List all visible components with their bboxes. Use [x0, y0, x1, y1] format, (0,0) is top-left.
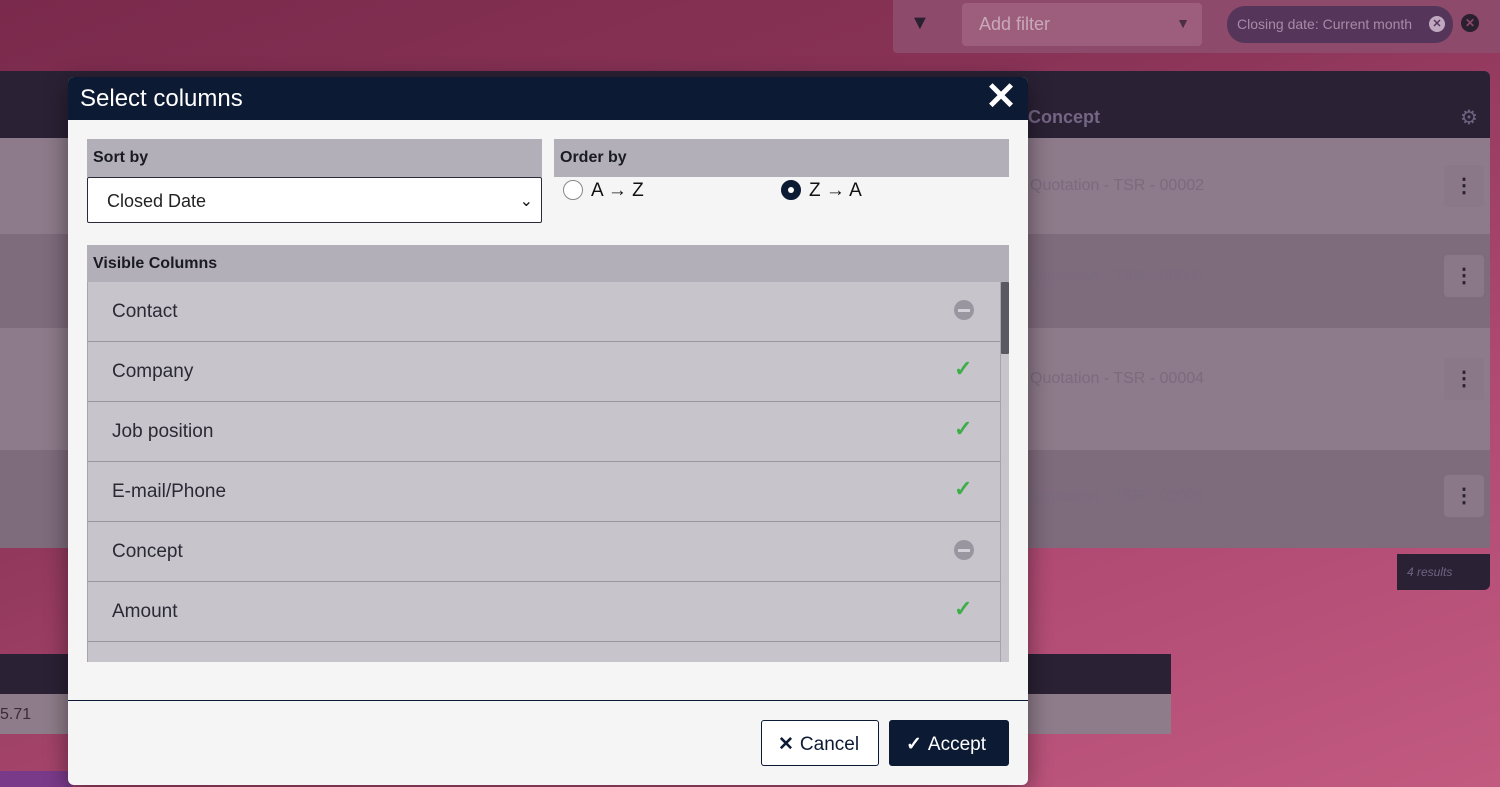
- order-desc-label: Z → A: [809, 180, 862, 201]
- clear-filters-icon[interactable]: ✕: [1461, 14, 1479, 32]
- column-label: Contact: [112, 301, 178, 322]
- close-icon[interactable]: ✕: [984, 78, 1018, 116]
- sort-by-label: Sort by: [87, 139, 542, 177]
- list-item[interactable]: Amount ✓: [87, 582, 1001, 642]
- check-icon[interactable]: ✓: [954, 598, 976, 620]
- results-count: 4 results: [1397, 554, 1490, 590]
- check-icon[interactable]: ✓: [954, 358, 976, 380]
- filter-icon[interactable]: ▼: [910, 12, 932, 34]
- row-concept: Quotation - TSR - 00002: [1030, 177, 1205, 194]
- select-columns-dialog: Select columns ✕ Sort by Closed Date ⌄ O…: [68, 77, 1028, 785]
- bottom-tab[interactable]: [0, 771, 73, 787]
- column-label: Concept: [112, 541, 183, 562]
- cancel-label: Cancel: [799, 734, 860, 755]
- more-vertical-icon[interactable]: ⋮: [1444, 255, 1484, 297]
- remove-filter-icon[interactable]: ✕: [1429, 16, 1445, 32]
- sort-by-value: Closed Date: [107, 191, 207, 211]
- column-label: Company: [112, 361, 194, 382]
- visible-columns-list[interactable]: Contact Company ✓ Job position ✓ E-mail/…: [87, 282, 1009, 662]
- order-asc-radio[interactable]: A → Z: [563, 180, 644, 204]
- check-icon: ✓: [906, 734, 922, 755]
- order-asc-label: A → Z: [591, 180, 644, 201]
- close-icon: ✕: [778, 734, 794, 755]
- add-filter-placeholder: Add filter: [979, 14, 1051, 34]
- list-item[interactable]: Concept: [87, 522, 1001, 582]
- column-header-concept: Concept: [1028, 107, 1100, 127]
- order-by-label: Order by: [554, 139, 1009, 177]
- footer-divider: [68, 700, 1028, 701]
- cancel-button[interactable]: ✕ Cancel: [761, 720, 879, 766]
- accept-button[interactable]: ✓ Accept: [889, 720, 1009, 766]
- list-item[interactable]: E-mail/Phone ✓: [87, 462, 1001, 522]
- dialog-header: Select columns ✕: [68, 77, 1028, 120]
- minus-circle-icon[interactable]: [954, 540, 974, 560]
- more-vertical-icon[interactable]: ⋮: [1444, 475, 1484, 517]
- row-concept: Quotation - TSR - 00005: [1030, 488, 1205, 505]
- results-label: 4 results: [1407, 565, 1453, 579]
- check-icon[interactable]: ✓: [954, 418, 976, 440]
- column-label: Job position: [112, 421, 214, 442]
- chevron-down-icon: ⌄: [519, 193, 533, 210]
- active-filter-chip[interactable]: Closing date: Current month ✕: [1227, 6, 1453, 43]
- more-vertical-icon[interactable]: ⋮: [1444, 165, 1484, 207]
- sort-by-select[interactable]: Closed Date ⌄: [87, 177, 542, 223]
- radio-checked-icon[interactable]: [781, 180, 801, 200]
- add-filter-select[interactable]: Add filter ▼: [962, 3, 1202, 46]
- more-vertical-icon[interactable]: ⋮: [1444, 358, 1484, 400]
- column-label: E-mail/Phone: [112, 481, 227, 502]
- column-label: Amount: [112, 601, 178, 622]
- row-concept: Quotation - TSR - 00004: [1030, 370, 1205, 387]
- accept-label: Accept: [927, 734, 987, 755]
- dialog-title: Select columns: [80, 85, 243, 112]
- order-desc-radio[interactable]: Z → A: [781, 180, 862, 204]
- active-filter-label: Closing date: Current month: [1237, 16, 1413, 32]
- scrollbar[interactable]: [1001, 282, 1009, 354]
- list-item[interactable]: [87, 642, 1001, 662]
- list-item[interactable]: Job position ✓: [87, 402, 1001, 462]
- visible-columns-label: Visible Columns: [87, 245, 1009, 283]
- minus-circle-icon[interactable]: [954, 300, 974, 320]
- list-item[interactable]: Company ✓: [87, 342, 1001, 402]
- gear-icon[interactable]: ⚙: [1460, 105, 1478, 130]
- chevron-down-icon: ▼: [1176, 15, 1190, 31]
- list-item[interactable]: Contact: [87, 282, 1001, 342]
- summary-value: 5.71: [0, 706, 32, 723]
- radio-unchecked-icon[interactable]: [563, 180, 583, 200]
- check-icon[interactable]: ✓: [954, 478, 976, 500]
- row-concept: Quotation - TSR - 00003: [1030, 268, 1205, 285]
